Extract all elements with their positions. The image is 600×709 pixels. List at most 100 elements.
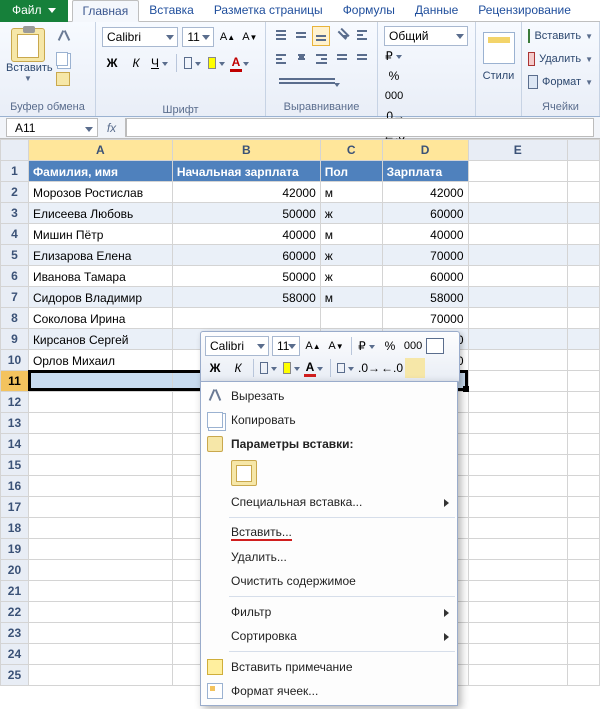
border-button[interactable] <box>183 53 203 73</box>
mini-italic[interactable]: К <box>228 358 248 378</box>
cell[interactable]: ж <box>321 205 382 222</box>
ctx-insert[interactable]: Вставить... <box>201 521 457 545</box>
currency-icon[interactable]: ₽ <box>384 46 404 66</box>
row-header[interactable]: 24 <box>1 644 29 665</box>
align-left-icon[interactable] <box>272 50 290 70</box>
fx-icon[interactable]: fx <box>98 118 126 137</box>
cell[interactable]: 58000 <box>173 289 320 306</box>
tab-data[interactable]: Данные <box>405 0 468 22</box>
row-header[interactable]: 19 <box>1 539 29 560</box>
row-header[interactable]: 11 <box>1 371 29 392</box>
row-header[interactable]: 21 <box>1 581 29 602</box>
row-header[interactable]: 14 <box>1 434 29 455</box>
orientation-icon[interactable] <box>332 26 351 46</box>
cell[interactable]: Орлов Михаил <box>29 352 172 369</box>
ctx-paste-default[interactable] <box>201 456 457 490</box>
cell[interactable]: ж <box>321 268 382 285</box>
cell[interactable]: Зарплата <box>383 163 468 180</box>
row-header[interactable]: 1 <box>1 161 29 182</box>
select-all-corner[interactable] <box>1 140 29 161</box>
mini-comma[interactable]: 000 <box>403 336 423 356</box>
row-header[interactable]: 17 <box>1 497 29 518</box>
align-top-icon[interactable] <box>272 26 290 46</box>
comma-icon[interactable]: 000 <box>384 86 404 106</box>
format-painter-icon[interactable] <box>56 72 70 86</box>
cell[interactable]: 60000 <box>173 247 320 264</box>
mini-grow-font[interactable]: A▲ <box>303 336 323 356</box>
align-right-icon[interactable] <box>312 50 330 70</box>
tab-page-layout[interactable]: Разметка страницы <box>204 0 333 22</box>
col-header-c[interactable]: C <box>320 140 382 161</box>
col-header-d[interactable]: D <box>382 140 468 161</box>
row-header[interactable]: 23 <box>1 623 29 644</box>
cell[interactable]: Иванова Тамара <box>29 268 172 285</box>
ctx-clear[interactable]: Очистить содержимое <box>201 569 457 593</box>
mini-dec-decimal[interactable]: ←.0 <box>382 358 402 378</box>
cell[interactable]: Начальная зарплата <box>173 163 320 180</box>
cell[interactable]: Соколова Ирина <box>29 310 172 327</box>
row-header[interactable]: 6 <box>1 266 29 287</box>
row-header[interactable]: 12 <box>1 392 29 413</box>
mini-font-color[interactable]: A <box>305 358 325 378</box>
row-header[interactable]: 13 <box>1 413 29 434</box>
cells-delete-button[interactable]: Удалить▼ <box>528 49 593 69</box>
cell[interactable] <box>321 310 382 327</box>
cell[interactable] <box>29 373 172 390</box>
cell[interactable]: 40000 <box>173 226 320 243</box>
col-header-e[interactable]: E <box>468 140 568 161</box>
tab-formulas[interactable]: Формулы <box>333 0 405 22</box>
ctx-copy[interactable]: Копировать <box>201 408 457 432</box>
row-header[interactable]: 4 <box>1 224 29 245</box>
mini-fill[interactable] <box>282 358 302 378</box>
italic-button[interactable]: К <box>126 53 146 73</box>
row-header[interactable]: 25 <box>1 665 29 686</box>
mini-border[interactable] <box>259 358 279 378</box>
cell[interactable]: м <box>321 226 382 243</box>
cell[interactable]: Фамилия, имя <box>29 163 172 180</box>
ctx-format-cells[interactable]: Формат ячеек... <box>201 679 457 703</box>
merge-center-button[interactable] <box>272 74 342 94</box>
name-box[interactable]: A11 <box>6 118 98 137</box>
mini-size-combo[interactable]: 11 <box>272 336 300 356</box>
cell[interactable]: 42000 <box>173 184 320 201</box>
cell[interactable]: 70000 <box>383 310 468 327</box>
cell[interactable]: ж <box>321 247 382 264</box>
cell[interactable]: 50000 <box>173 205 320 222</box>
ctx-sort[interactable]: Сортировка <box>201 624 457 648</box>
cell[interactable]: 50000 <box>173 268 320 285</box>
number-format-combo[interactable]: Общий <box>384 26 468 46</box>
cell[interactable]: Кирсанов Сергей <box>29 331 172 348</box>
cell[interactable]: 42000 <box>383 184 468 201</box>
cell[interactable]: Сидоров Владимир <box>29 289 172 306</box>
wrap-text-icon[interactable] <box>353 26 371 46</box>
mini-currency[interactable]: ₽ <box>357 336 377 356</box>
cell[interactable]: Мишин Пётр <box>29 226 172 243</box>
mini-percent[interactable]: % <box>380 336 400 356</box>
copy-icon[interactable] <box>56 52 68 66</box>
mini-merge[interactable] <box>336 358 356 378</box>
mini-shrink-font[interactable]: A▼ <box>326 336 346 356</box>
underline-button[interactable]: Ч <box>150 53 170 73</box>
row-header[interactable]: 3 <box>1 203 29 224</box>
cell[interactable]: Морозов Ростислав <box>29 184 172 201</box>
bold-button[interactable]: Ж <box>102 53 122 73</box>
cell[interactable]: м <box>321 289 382 306</box>
cell[interactable]: Елисеева Любовь <box>29 205 172 222</box>
mini-bold[interactable]: Ж <box>205 358 225 378</box>
col-header-b[interactable]: B <box>172 140 320 161</box>
cell[interactable]: 58000 <box>383 289 468 306</box>
font-color-button[interactable]: A <box>231 53 251 73</box>
shrink-font-icon[interactable]: A▼ <box>241 27 259 47</box>
cells-insert-button[interactable]: Вставить▼ <box>528 26 593 46</box>
row-header[interactable]: 20 <box>1 560 29 581</box>
row-header[interactable]: 2 <box>1 182 29 203</box>
cell[interactable]: Елизарова Елена <box>29 247 172 264</box>
cut-icon[interactable] <box>56 30 74 46</box>
increase-indent-icon[interactable] <box>353 50 371 70</box>
cell[interactable]: 40000 <box>383 226 468 243</box>
cell[interactable]: 70000 <box>383 247 468 264</box>
tab-insert[interactable]: Вставка <box>139 0 204 22</box>
align-center-icon[interactable] <box>292 50 310 70</box>
row-header[interactable]: 16 <box>1 476 29 497</box>
mini-format-cells-icon[interactable] <box>426 338 444 354</box>
